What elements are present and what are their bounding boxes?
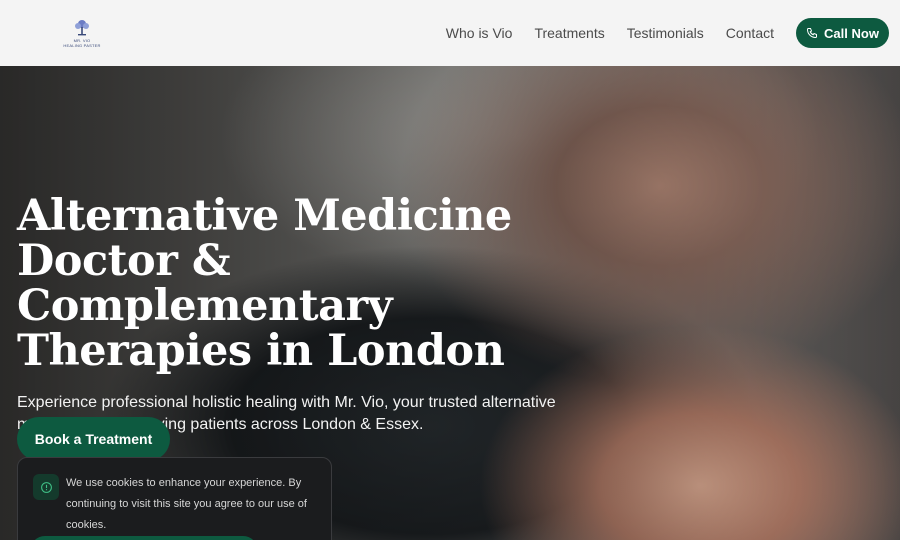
nav-treatments[interactable]: Treatments — [534, 25, 604, 41]
nav-who-is-vio[interactable]: Who is Vio — [446, 25, 513, 41]
logo-line-2: HEALING PASTER — [63, 43, 101, 48]
nav-testimonials[interactable]: Testimonials — [627, 25, 704, 41]
site-logo[interactable]: MR. VIO HEALING PASTER — [62, 18, 102, 50]
hero-content: Alternative Medicine Doctor & Complement… — [17, 194, 577, 436]
main-nav: Who is Vio Treatments Testimonials Conta… — [446, 0, 774, 66]
cookie-banner: We use cookies to enhance your experienc… — [17, 457, 332, 540]
nav-contact[interactable]: Contact — [726, 25, 774, 41]
call-now-label: Call Now — [824, 25, 879, 41]
phone-icon — [807, 28, 818, 39]
cookie-text: We use cookies to enhance your experienc… — [66, 477, 307, 531]
hero-title: Alternative Medicine Doctor & Complement… — [17, 191, 512, 376]
book-treatment-button[interactable]: Book a Treatment — [17, 417, 170, 461]
cookie-accept-button[interactable] — [30, 536, 258, 540]
info-icon — [33, 474, 59, 500]
site-header: MR. VIO HEALING PASTER Who is Vio Treatm… — [0, 0, 900, 66]
call-now-button[interactable]: Call Now — [796, 18, 889, 48]
tree-logo-icon — [75, 20, 89, 36]
